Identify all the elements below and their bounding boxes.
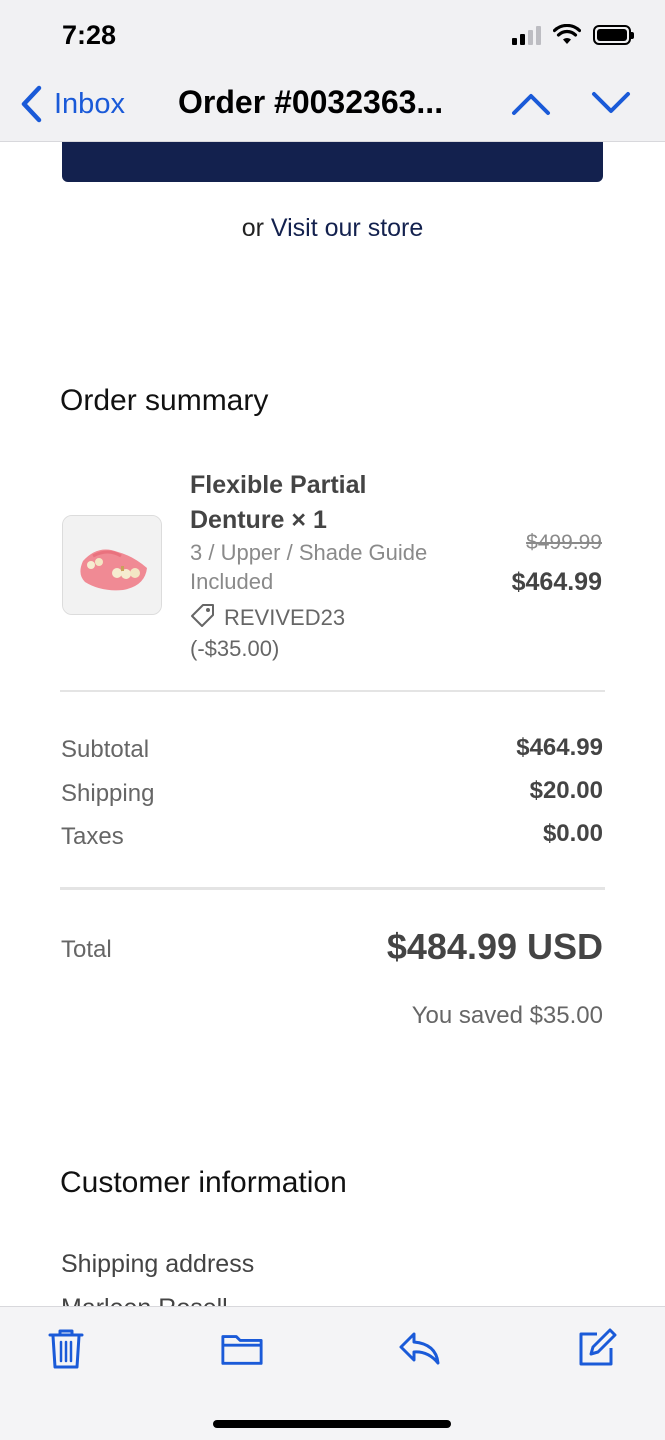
chevron-down-icon — [592, 92, 630, 113]
shipping-value: $20.00 — [529, 777, 603, 804]
discount-code: REVIVED23 (-$35.00) — [190, 602, 420, 664]
store-prefix: or — [241, 214, 271, 242]
status-icons — [512, 24, 634, 46]
subtotal-label: Subtotal — [61, 736, 150, 763]
shipping-address-label: Shipping address — [61, 1250, 255, 1278]
taxes-label: Taxes — [61, 823, 124, 850]
chevron-left-icon — [21, 85, 42, 123]
original-price: $499.99 — [526, 531, 602, 554]
product-image — [62, 515, 162, 615]
wifi-icon — [553, 24, 581, 44]
visit-store-line: or Visit our store — [0, 214, 665, 243]
cellular-signal-icon — [512, 25, 541, 45]
chevron-up-icon — [512, 94, 550, 115]
final-price: $464.99 — [511, 568, 602, 596]
back-button[interactable]: Inbox — [18, 84, 125, 124]
divider — [60, 887, 605, 890]
compose-icon — [579, 1328, 617, 1366]
subtotal-value: $464.99 — [516, 734, 603, 761]
folder-icon — [221, 1335, 263, 1365]
taxes-value: $0.00 — [542, 820, 603, 847]
product-variant: 3 / Upper / Shade Guide Included — [190, 540, 428, 594]
top-bar: 7:28 Inbox Order #0032363... — [0, 0, 665, 142]
back-label: Inbox — [54, 87, 125, 120]
total-label: Total — [61, 936, 112, 963]
reply-button[interactable] — [398, 1327, 442, 1371]
compose-button[interactable] — [574, 1327, 618, 1371]
savings-text: You saved $35.00 — [411, 1002, 603, 1029]
move-to-folder-button[interactable] — [220, 1327, 264, 1371]
customer-info-heading: Customer information — [60, 1166, 347, 1199]
status-time: 7:28 — [62, 20, 117, 50]
visit-store-link[interactable]: Visit our store — [271, 214, 423, 242]
battery-icon — [593, 25, 634, 45]
reply-icon — [399, 1332, 440, 1365]
delete-button[interactable] — [44, 1327, 88, 1371]
total-value: $484.99 USD — [386, 926, 603, 967]
previous-message-button[interactable] — [510, 88, 552, 123]
home-indicator — [213, 1420, 451, 1428]
order-summary-heading: Order summary — [60, 384, 269, 417]
trash-icon — [48, 1329, 84, 1369]
tag-icon — [191, 604, 214, 627]
denture-image — [63, 516, 161, 614]
shipping-label: Shipping — [61, 780, 155, 807]
divider — [60, 690, 605, 692]
product-name: Flexible Partial Denture × 1 — [190, 471, 367, 534]
next-message-button[interactable] — [590, 88, 632, 123]
mail-toolbar — [0, 1306, 665, 1440]
view-order-button[interactable] — [62, 138, 603, 182]
email-subject-title: Order #0032363... — [178, 84, 444, 120]
